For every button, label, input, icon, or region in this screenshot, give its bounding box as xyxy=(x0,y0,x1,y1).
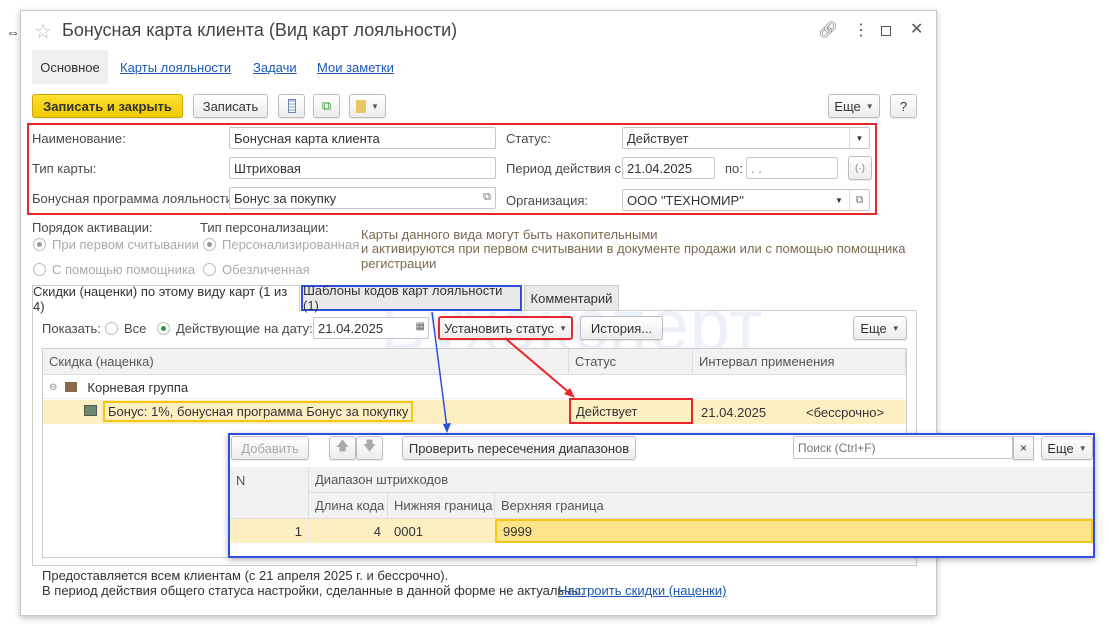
column-header-lower[interactable]: Нижняя граница xyxy=(388,493,495,519)
template-upper-cell[interactable]: 9999 xyxy=(495,519,1093,543)
move-down-button[interactable]: 🡇 xyxy=(356,436,383,460)
template-lower-cell[interactable]: 0001 xyxy=(388,519,495,543)
check-ranges-button[interactable]: Проверить пересечения диапазонов xyxy=(402,436,636,460)
configure-discounts-link[interactable]: Настроить скидки (наценки) xyxy=(558,583,726,598)
templates-more-label: Еще xyxy=(1047,440,1074,456)
move-up-button[interactable]: 🡅 xyxy=(329,436,356,460)
red-arrow xyxy=(504,337,573,396)
column-header-upper[interactable]: Верхняя граница xyxy=(495,493,1093,519)
search-clear-button[interactable]: × xyxy=(1013,436,1034,460)
chevron-down-icon: ▼ xyxy=(1078,443,1087,453)
blue-arrowhead xyxy=(443,423,451,433)
column-header-range: Диапазон штрихкодов xyxy=(309,467,1093,493)
arrow-up-icon: 🡅 xyxy=(335,438,350,453)
template-n-cell: 1 xyxy=(230,519,309,543)
template-length-cell[interactable]: 4 xyxy=(309,519,388,543)
footer-line-2: В период действия общего статуса настрой… xyxy=(42,583,585,598)
clear-icon: × xyxy=(1019,441,1027,455)
templates-more-button[interactable]: Еще ▼ xyxy=(1041,436,1093,460)
check-ranges-label: Проверить пересечения диапазонов xyxy=(408,440,630,456)
add-label: Добавить xyxy=(241,440,299,456)
arrow-down-icon: 🡇 xyxy=(362,438,377,453)
search-input[interactable] xyxy=(793,436,1013,459)
add-button[interactable]: Добавить xyxy=(231,436,309,460)
footer-line-1: Предоставляется всем клиентам (с 21 апре… xyxy=(42,568,449,583)
column-header-length[interactable]: Длина кода xyxy=(309,493,388,519)
column-header-n[interactable]: N xyxy=(230,467,309,519)
blue-arrow xyxy=(431,311,448,429)
